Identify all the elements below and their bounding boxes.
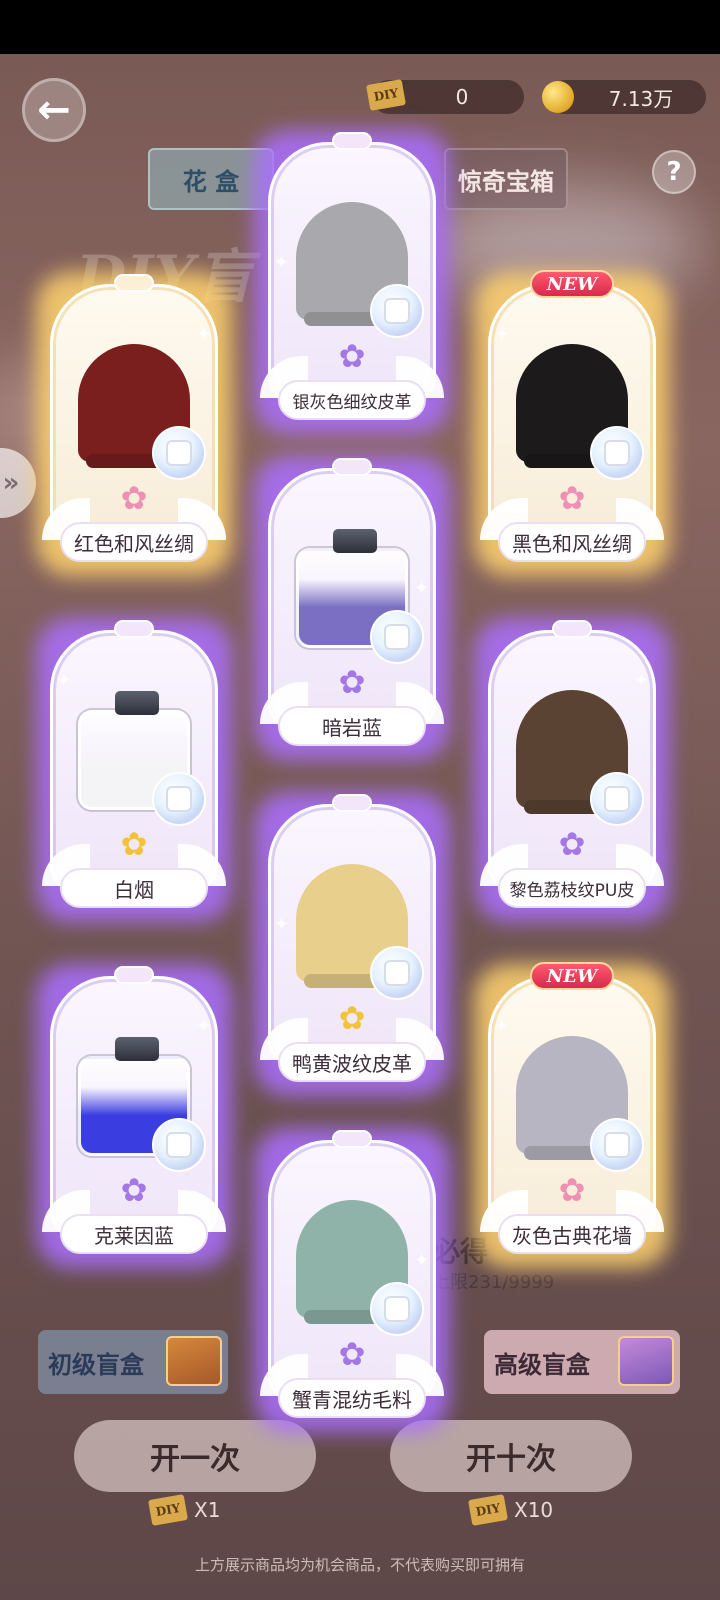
sparkle-icon: ✦ [196, 324, 212, 345]
reward-card[interactable]: ✿ 蟹青混纺毛料 ✦ [254, 1128, 450, 1432]
reward-card[interactable]: ✿ 白烟 ✦ [36, 618, 232, 922]
ribbon-bow-icon [114, 966, 154, 984]
shirt-icon [606, 1134, 628, 1156]
rarity-flower-icon: ✿ [338, 337, 366, 375]
reward-card[interactable]: ✿ 银灰色细纹皮革 ✦ [254, 130, 450, 434]
bottle-cap [115, 1037, 159, 1061]
rarity-flower-icon: ✿ [120, 1171, 148, 1209]
shirt-icon [386, 300, 408, 322]
diy-ticket-icon: DIY [148, 1494, 188, 1526]
reward-name: 红色和风丝绸 [60, 522, 208, 562]
shirt-icon [168, 788, 190, 810]
item-type-badge-icon [370, 284, 424, 338]
item-type-badge-icon [152, 772, 206, 826]
open-once-cost-value: X1 [194, 1498, 221, 1522]
reward-name: 白烟 [60, 868, 208, 908]
ribbon-bow-icon [114, 274, 154, 292]
reward-card[interactable]: ✿ 灰色古典花墙 NEW ✦ [474, 962, 670, 1268]
open-ten-button[interactable]: 开十次 [390, 1420, 632, 1492]
sparkle-icon: ✦ [494, 324, 510, 345]
ribbon-bow-icon [552, 620, 592, 638]
sparkle-icon: ✦ [494, 1016, 510, 1037]
diy-currency: DIY 0 [366, 79, 524, 114]
reward-name: 蟹青混纺毛料 [278, 1378, 426, 1418]
reward-name: 鸭黄波纹皮革 [278, 1042, 426, 1082]
help-button[interactable]: ? [652, 150, 696, 194]
reward-name: 黎色荔枝纹PU皮 [498, 868, 646, 908]
sparkle-icon: ✦ [274, 252, 290, 273]
coin-icon [542, 81, 574, 113]
disclaimer-text: 上方展示商品均为机会商品，不代表购买即可拥有 [194, 1556, 525, 1574]
shirt-icon [386, 962, 408, 984]
sparkle-icon: ✦ [274, 914, 290, 935]
reward-card[interactable]: ✿ 暗岩蓝 ✦ [254, 456, 450, 760]
open-ten-cost: DIY X10 [468, 1492, 554, 1528]
sparkle-icon: ✦ [634, 670, 650, 691]
shirt-icon [168, 442, 190, 464]
open-once-cost: DIY X1 [148, 1492, 221, 1528]
reward-card[interactable]: ✿ 克莱因蓝 ✦ [36, 964, 232, 1268]
sparkle-icon: ✦ [414, 578, 430, 599]
rarity-flower-icon: ✿ [338, 999, 366, 1037]
item-type-badge-icon [590, 772, 644, 826]
diy-ticket-icon: DIY [366, 79, 406, 111]
reward-card[interactable]: ✿ 黑色和风丝绸 NEW ✦ [474, 270, 670, 576]
rarity-flower-icon: ✿ [120, 479, 148, 517]
rarity-flower-icon: ✿ [338, 663, 366, 701]
rarity-flower-icon: ✿ [558, 479, 586, 517]
item-type-badge-icon [590, 426, 644, 480]
shirt-icon [606, 442, 628, 464]
ribbon-bow-icon [332, 132, 372, 150]
item-type-badge-icon [370, 610, 424, 664]
ribbon-bow-icon [332, 794, 372, 812]
item-type-badge-icon [152, 1118, 206, 1172]
rarity-flower-icon: ✿ [338, 1335, 366, 1373]
sparkle-icon: ✦ [56, 670, 72, 691]
item-type-badge-icon [590, 1118, 644, 1172]
sparkle-icon: ✦ [196, 1016, 212, 1037]
reward-card[interactable]: ✿ 黎色荔枝纹PU皮 ✦ [474, 618, 670, 922]
item-type-badge-icon [370, 1282, 424, 1336]
game-screen: ← DIY 0 7.13万 花 盒 惊奇宝箱 ? DIY盲 » 必得 上限231… [0, 54, 720, 1600]
diy-currency-value: 0 [455, 85, 469, 109]
reward-name: 克莱因蓝 [60, 1214, 208, 1254]
coin-currency: 7.13万 [542, 80, 706, 114]
basic-blind-box-button[interactable]: 初级盲盒 [38, 1330, 228, 1394]
back-button[interactable]: ← [22, 78, 86, 142]
shirt-icon [168, 1134, 190, 1156]
basic-blind-box-label: 初级盲盒 [48, 1349, 144, 1379]
rarity-flower-icon: ✿ [558, 825, 586, 863]
treasure-chest-icon [618, 1336, 674, 1386]
item-type-badge-icon [370, 946, 424, 1000]
shirt-icon [386, 1298, 408, 1320]
open-ten-cost-value: X10 [514, 1498, 554, 1522]
rarity-flower-icon: ✿ [558, 1171, 586, 1209]
ribbon-bow-icon [332, 458, 372, 476]
shirt-icon [606, 788, 628, 810]
ribbon-bow-icon [332, 1130, 372, 1148]
sparkle-icon: ✦ [414, 1250, 430, 1271]
diy-ticket-icon: DIY [468, 1494, 508, 1526]
coin-currency-value: 7.13万 [608, 86, 674, 111]
item-type-badge-icon [152, 426, 206, 480]
new-badge: NEW [530, 270, 614, 298]
advanced-blind-box-label: 高级盲盒 [494, 1349, 590, 1379]
treasure-chest-icon [166, 1336, 222, 1386]
limit-text: 上限231/9999 [432, 1272, 555, 1293]
tab-surprise-chest[interactable]: 惊奇宝箱 [444, 148, 568, 210]
bottle-cap [115, 691, 159, 715]
reward-name: 暗岩蓝 [278, 706, 426, 746]
reward-name: 灰色古典花墙 [498, 1214, 646, 1254]
reward-card[interactable]: ✿ 鸭黄波纹皮革 ✦ [254, 792, 450, 1096]
reward-card[interactable]: ✿ 红色和风丝绸 ✦ [36, 272, 232, 576]
arrow-left-icon: ← [37, 87, 71, 133]
bottle-cap [333, 529, 377, 553]
reward-name: 黑色和风丝绸 [498, 522, 646, 562]
rarity-flower-icon: ✿ [120, 825, 148, 863]
advanced-blind-box-button[interactable]: 高级盲盒 [484, 1330, 680, 1394]
reward-name: 银灰色细纹皮革 [278, 380, 426, 420]
new-badge: NEW [530, 962, 614, 990]
ribbon-bow-icon [114, 620, 154, 638]
shirt-icon [386, 626, 408, 648]
